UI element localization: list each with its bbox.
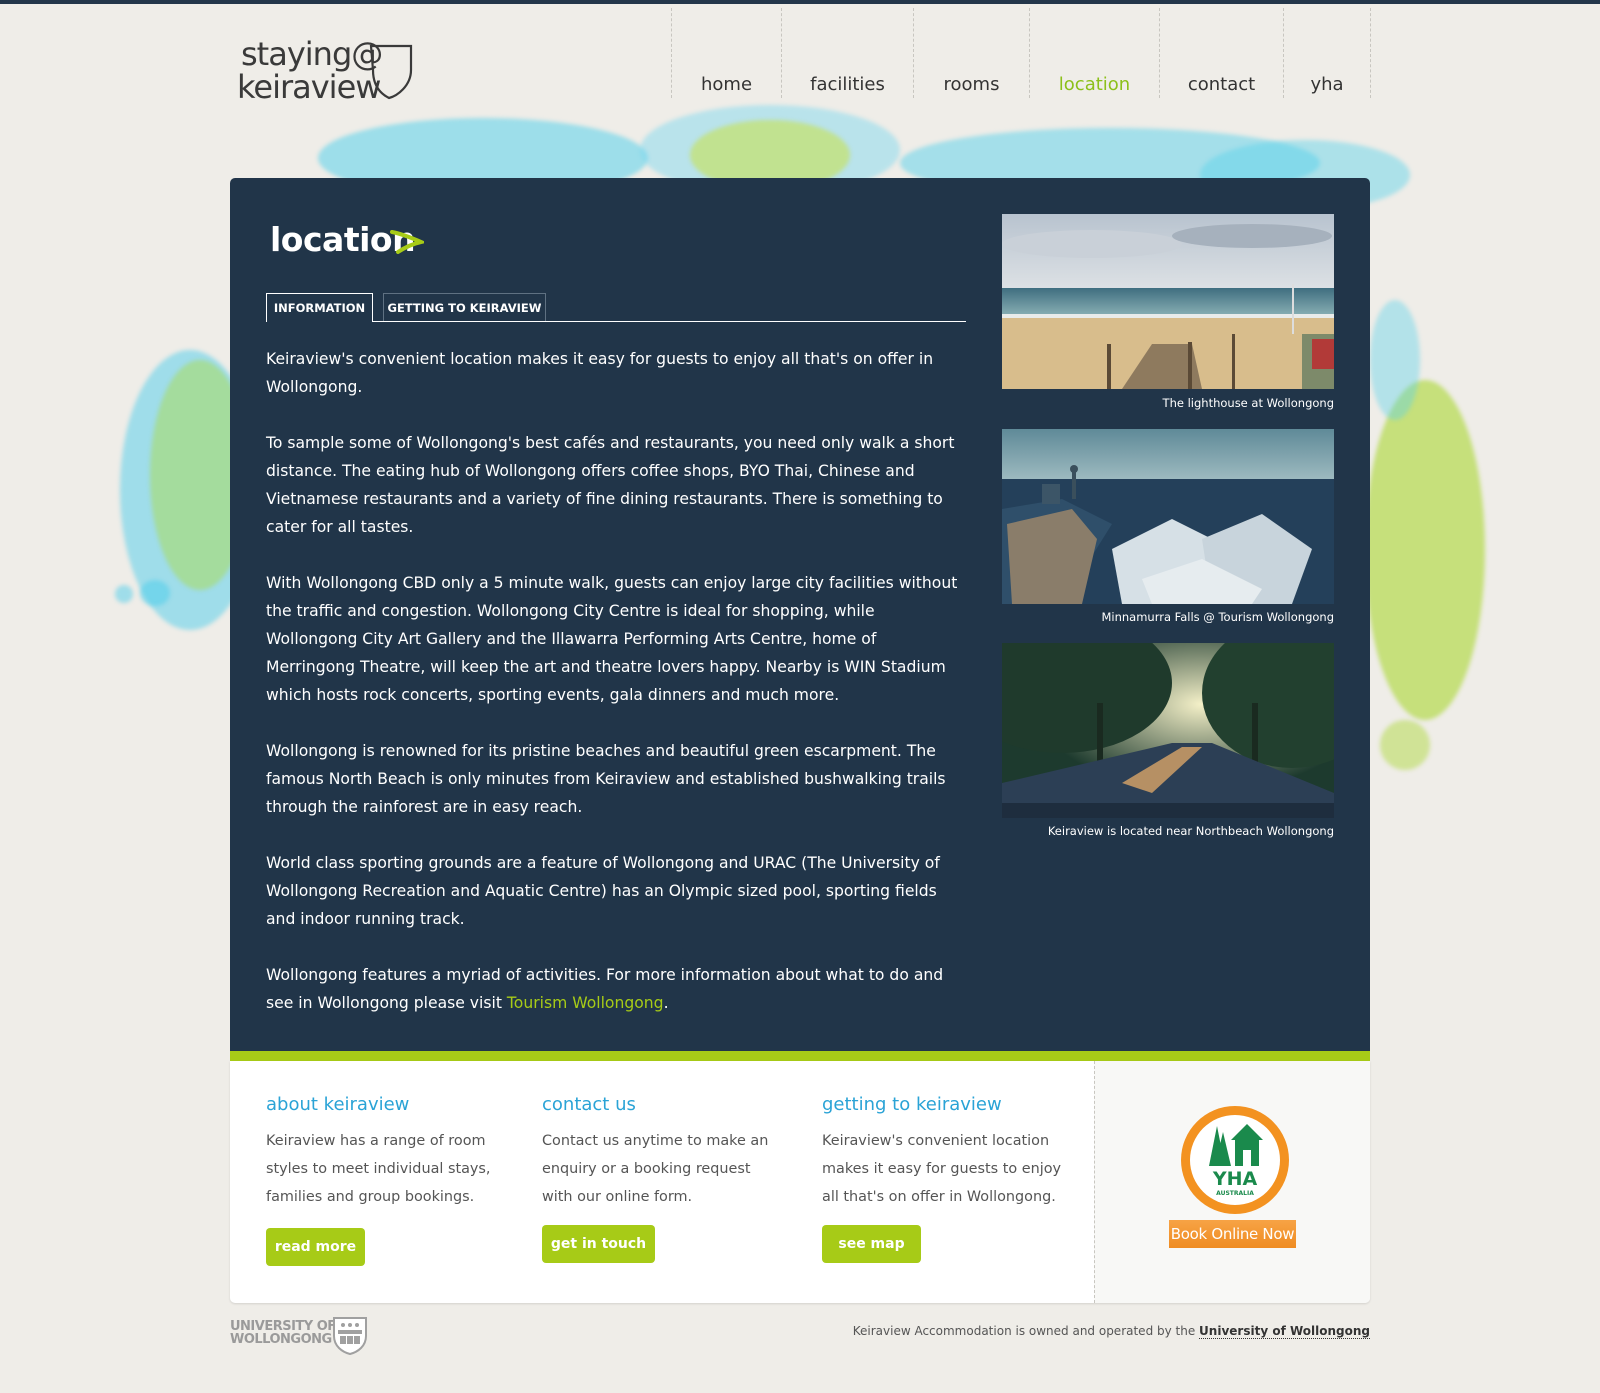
paragraph-end: . — [663, 994, 669, 1012]
nav-yha[interactable]: yha — [1283, 8, 1371, 98]
photo-beach — [1002, 214, 1334, 389]
contact-column: contact us Contact us anytime to make an… — [542, 1094, 782, 1211]
photo-road — [1002, 643, 1334, 818]
nav-rooms[interactable]: rooms — [913, 8, 1029, 98]
uow-logo-line-2: WOLLONGONG — [230, 1332, 332, 1347]
ownership-note: Keiraview Accommodation is owned and ope… — [852, 1324, 1370, 1339]
paragraph: Keiraview's convenient location makes it… — [266, 350, 934, 396]
book-online-button[interactable]: Book Online Now — [1169, 1220, 1296, 1248]
contact-heading: contact us — [542, 1094, 636, 1115]
paragraph: World class sporting grounds are a featu… — [266, 854, 940, 928]
paragraph: To sample some of Wollongong's best café… — [266, 434, 955, 536]
getting-text: Keiraview's convenient location makes it… — [822, 1133, 1062, 1205]
logo-shield-icon — [369, 44, 413, 100]
paragraph: With Wollongong CBD only a 5 minute walk… — [266, 574, 958, 704]
about-column: about keiraview Keiraview has a range of… — [266, 1094, 506, 1211]
yha-logo-text: YHA — [1212, 1168, 1258, 1190]
panel-accent-stripe — [230, 1051, 1370, 1061]
chevron-right-icon — [390, 230, 424, 254]
getting-column: getting to keiraview Keiraview's conveni… — [822, 1094, 1072, 1211]
read-more-button[interactable]: read more — [266, 1228, 365, 1266]
tourism-wollongong-link[interactable]: Tourism Wollongong — [507, 994, 664, 1012]
get-in-touch-button[interactable]: get in touch — [542, 1225, 655, 1263]
nav-location[interactable]: location — [1029, 8, 1159, 98]
tab-information[interactable]: INFORMATION — [266, 293, 373, 323]
logo-line-2: keiraview — [237, 68, 381, 106]
yha-logo-icon[interactable]: YHA AUSTRALIA — [1179, 1104, 1291, 1216]
see-map-button[interactable]: see map — [822, 1225, 921, 1263]
yha-logo-sub: AUSTRALIA — [1216, 1190, 1254, 1197]
about-heading: about keiraview — [266, 1094, 410, 1115]
site-logo[interactable]: staying@ keiraview — [237, 38, 417, 106]
logo-line-1: staying@ — [241, 35, 383, 73]
nav-home[interactable]: home — [671, 8, 781, 98]
main-nav: home facilities rooms location contact y… — [671, 8, 1371, 98]
photo-caption: Minnamurra Falls @ Tourism Wollongong — [1101, 610, 1334, 624]
nav-contact[interactable]: contact — [1159, 8, 1283, 98]
photo-caption: Keiraview is located near Northbeach Wol… — [1047, 824, 1334, 838]
paragraph-last: Wollongong features a myriad of activiti… — [266, 961, 966, 1017]
uow-link[interactable]: University of Wollongong — [1199, 1324, 1370, 1339]
uow-logo[interactable]: UNIVERSITY OF WOLLONGONG — [230, 1316, 370, 1356]
ownership-text: Keiraview Accommodation is owned and ope… — [852, 1324, 1200, 1338]
about-text: Keiraview has a range of room styles to … — [266, 1133, 491, 1205]
location-content: Keiraview's convenient location makes it… — [266, 345, 966, 1045]
getting-heading: getting to keiraview — [822, 1094, 1002, 1115]
photo-caption: The lighthouse at Wollongong — [1162, 396, 1334, 410]
uow-crest-icon — [333, 1317, 367, 1356]
paragraph: Wollongong is renowned for its pristine … — [266, 742, 946, 816]
contact-text: Contact us anytime to make an enquiry or… — [542, 1133, 769, 1205]
top-bar — [0, 0, 1600, 4]
tab-getting-to-keiraview[interactable]: GETTING TO KEIRAVIEW — [383, 293, 546, 321]
location-tabs: INFORMATION GETTING TO KEIRAVIEW — [266, 293, 966, 323]
photo-town — [1002, 429, 1334, 604]
nav-facilities[interactable]: facilities — [781, 8, 913, 98]
